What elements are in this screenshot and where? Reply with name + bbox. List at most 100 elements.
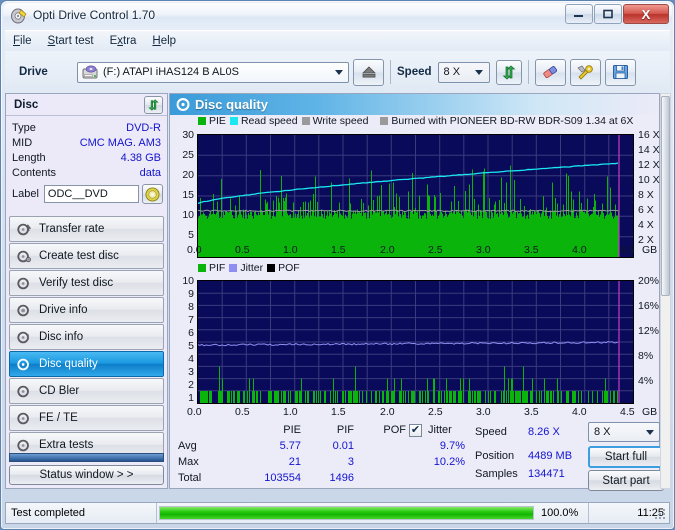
disc-quality-icon	[176, 97, 191, 115]
legend-swatch	[198, 117, 206, 125]
pif-ytick-right: 20%	[638, 275, 660, 287]
title-bar: Opti Drive Control 1.70 X	[3, 3, 672, 29]
disc-label-input[interactable]: ODC__DVD	[43, 185, 139, 203]
pie-ytick-right: 8 X	[638, 189, 654, 201]
window-title: Opti Drive Control 1.70	[33, 8, 156, 22]
disc-type-label: Type	[12, 121, 36, 134]
pif-xtick: 4.5	[620, 406, 635, 418]
drive-icon	[82, 65, 98, 79]
legend-swatch	[229, 264, 238, 272]
pif-xtick: 0.0	[187, 406, 202, 418]
legend-label: Read speed	[240, 115, 298, 127]
resize-grip[interactable]	[655, 509, 667, 521]
pie-x-unit: GB	[642, 244, 658, 256]
menu-help[interactable]: Help	[152, 35, 176, 47]
legend-swatch	[198, 264, 206, 272]
disc-type-value: DVD-R	[126, 121, 161, 134]
jitter-checkbox[interactable]: ✔	[409, 424, 422, 437]
sidebar-item-fe-te[interactable]: FE / TE	[9, 405, 164, 431]
tools-button[interactable]	[569, 58, 601, 86]
pie-xtick: 1.5	[331, 244, 346, 256]
pif-ytick: 7	[188, 314, 194, 326]
stats-max-jitter: 10.2%	[433, 456, 465, 468]
sidebar-accent-bar	[9, 453, 164, 462]
sidebar-item-label: Extra tests	[39, 439, 94, 451]
chevron-down-icon[interactable]	[642, 425, 657, 439]
disc-row-mid: MID CMC MAG. AM3	[6, 135, 167, 150]
sidebar-item-transfer-rate[interactable]: Transfer rate	[9, 216, 164, 242]
start-part-button[interactable]: Start part	[588, 470, 664, 491]
refresh-button[interactable]	[495, 59, 522, 85]
disc-contents-label: Contents	[12, 166, 57, 179]
toolbar-separator-2	[527, 60, 529, 84]
legend-write-speed: Write speed	[301, 115, 368, 127]
minimize-button[interactable]	[565, 4, 593, 24]
left-panel: Disc Type DVD-R MID CMC MAG. AM3 Length …	[5, 93, 168, 489]
menu-extra[interactable]: Extra	[110, 35, 137, 47]
panel-header: Disc quality	[170, 94, 659, 115]
pif-xtick: 1.0	[283, 406, 298, 418]
disc-refresh-button[interactable]	[144, 96, 163, 114]
disc-row-contents: Contents data	[6, 165, 167, 180]
pif-ytick: 2	[188, 379, 194, 391]
speed-select[interactable]: 8 X	[437, 61, 490, 83]
disc-quality-icon	[17, 358, 34, 371]
pie-ytick: 30	[182, 129, 194, 141]
sidebar-item-label: Disc info	[39, 331, 84, 343]
progress-bar	[159, 506, 534, 520]
legend-label: PIF	[209, 262, 226, 274]
speed-select-bottom[interactable]: 8 X	[588, 422, 660, 442]
legend-label: PIE	[209, 115, 226, 127]
fe-te-icon	[17, 412, 34, 425]
sidebar-item-label: Drive info	[39, 304, 88, 316]
legend-pie: PIE	[198, 115, 226, 127]
drive-select[interactable]: (F:) ATAPI iHAS124 B AL0S	[77, 61, 349, 83]
stats-avg-pif: 0.01	[332, 440, 354, 452]
disc-properties: Type DVD-R MID CMC MAG. AM3 Length 4.38 …	[6, 120, 167, 205]
eject-button[interactable]	[353, 58, 384, 86]
scrollbar-thumb[interactable]	[661, 96, 670, 296]
maximize-button[interactable]	[594, 4, 622, 24]
chevron-down-icon[interactable]	[331, 65, 346, 80]
menu-file[interactable]: File	[13, 35, 32, 47]
page-title: Disc quality	[195, 97, 268, 112]
pif-plot-area	[197, 280, 634, 404]
sidebar-item-cd-bler[interactable]: CD Bler	[9, 378, 164, 404]
sidebar-item-label: CD Bler	[39, 385, 80, 397]
stats-row-label: Total	[178, 472, 202, 484]
pif-xtick: 0.5	[235, 406, 250, 418]
disc-mid-value: CMC MAG. AM3	[79, 136, 161, 149]
menu-start-test[interactable]: Start test	[48, 35, 94, 47]
sidebar-item-label: FE / TE	[39, 412, 78, 424]
status-window-button[interactable]: Status window > >	[9, 465, 164, 485]
sidebar-nav: Transfer rate Create test disc Verify te…	[9, 216, 164, 459]
disc-section-header: Disc	[6, 94, 167, 116]
pif-ytick: 3	[188, 366, 194, 378]
disc-mid-label: MID	[12, 136, 33, 149]
sidebar-item-create-test-disc[interactable]: Create test disc	[9, 243, 164, 269]
toolbar-separator	[390, 60, 391, 84]
cd-disc-button[interactable]	[142, 184, 163, 204]
pie-xtick: 3.5	[524, 244, 539, 256]
chevron-down-icon[interactable]	[472, 65, 487, 80]
close-button[interactable]: X	[623, 4, 669, 24]
window-controls: X	[565, 4, 669, 24]
pif-x-unit: GB	[642, 406, 658, 418]
sidebar-item-disc-info[interactable]: Disc info	[9, 324, 164, 350]
sidebar-item-verify-test-disc[interactable]: Verify test disc	[9, 270, 164, 296]
pif-xtick: 2.5	[428, 406, 443, 418]
readout-speed-label: Speed	[475, 426, 507, 438]
sidebar-item-disc-quality[interactable]: Disc quality	[9, 351, 164, 377]
status-separator	[156, 503, 157, 523]
pif-ytick: 9	[188, 288, 194, 300]
pie-xtick: 4.0	[572, 244, 587, 256]
pif-chart: PIF Jitter POF 10 9 8 7 6 5 4 3 2 1 20% …	[170, 260, 674, 420]
legend-jitter: Jitter	[229, 262, 263, 274]
pie-ytick-right: 16 X	[638, 129, 660, 141]
vertical-scrollbar[interactable]	[660, 93, 671, 489]
save-button[interactable]	[604, 58, 636, 86]
erase-disc-button[interactable]	[534, 58, 566, 86]
pif-ytick: 6	[188, 327, 194, 339]
sidebar-item-drive-info[interactable]: Drive info	[9, 297, 164, 323]
pie-xtick: 0.0	[187, 244, 202, 256]
